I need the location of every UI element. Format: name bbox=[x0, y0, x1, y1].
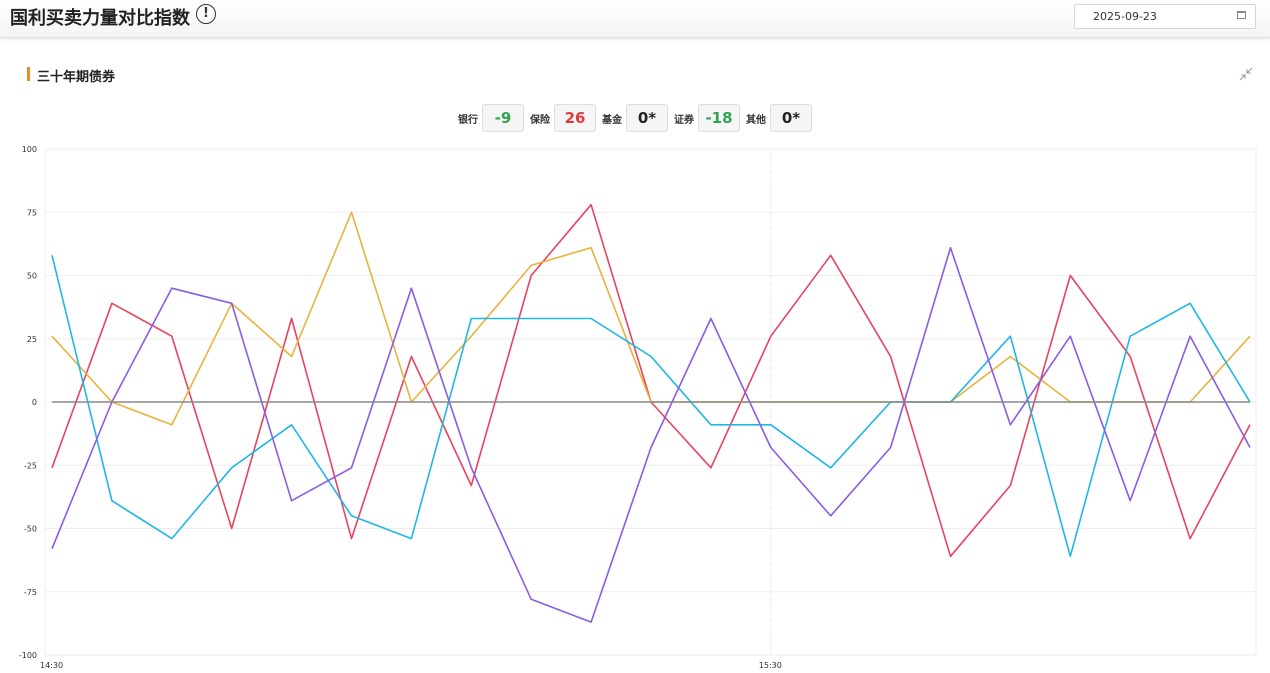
stat-value-securities: -18 bbox=[698, 104, 740, 132]
x-tick-label: 15:30 bbox=[759, 661, 782, 670]
y-tick-label: 75 bbox=[27, 208, 37, 217]
date-picker[interactable]: 2025-09-23 bbox=[1074, 4, 1256, 29]
date-value: 2025-09-23 bbox=[1093, 10, 1157, 23]
section-accent-bar bbox=[27, 67, 30, 81]
series-line-1 bbox=[51, 211, 1251, 426]
y-tick-label: 0 bbox=[32, 398, 37, 407]
x-tick-label: 14:30 bbox=[40, 661, 63, 670]
stat-label-fund: 基金 bbox=[602, 114, 622, 126]
series-line-3 bbox=[51, 246, 1251, 623]
info-icon[interactable]: ! bbox=[196, 4, 216, 24]
y-tick-label: -25 bbox=[24, 461, 37, 470]
series-line-0 bbox=[51, 203, 1251, 558]
y-tick-label: -50 bbox=[24, 525, 37, 534]
y-tick-label: 25 bbox=[27, 335, 37, 344]
stats-row: 银行 -9 保险 26 基金 0* 证券 -18 其他 0* bbox=[458, 103, 812, 133]
stat-label-bank: 银行 bbox=[458, 114, 478, 126]
stat-value-insurance: 26 bbox=[554, 104, 596, 132]
stat-value-other: 0* bbox=[770, 104, 812, 132]
collapse-icon[interactable] bbox=[1239, 67, 1253, 81]
series-line-2 bbox=[51, 255, 1251, 558]
stat-label-other: 其他 bbox=[746, 114, 766, 126]
line-chart: 100 75 50 25 0 -25 -50 -75 -10014:30 15:30 bbox=[19, 145, 1257, 670]
stat-value-fund: 0* bbox=[626, 104, 668, 132]
header-bar: 国利买卖力量对比指数 ! 2025-09-23 bbox=[0, 0, 1270, 38]
y-tick-label: 100 bbox=[22, 145, 37, 154]
calendar-icon bbox=[1237, 11, 1246, 19]
section-title: 三十年期债券 bbox=[37, 70, 116, 85]
y-tick-label: -75 bbox=[24, 588, 37, 597]
y-tick-label: -100 bbox=[19, 651, 37, 660]
stat-label-insurance: 保险 bbox=[530, 114, 550, 126]
stat-label-securities: 证券 bbox=[674, 114, 694, 126]
y-tick-label: 50 bbox=[27, 272, 37, 281]
stat-value-bank: -9 bbox=[482, 104, 524, 132]
page-title: 国利买卖力量对比指数 bbox=[10, 8, 190, 29]
